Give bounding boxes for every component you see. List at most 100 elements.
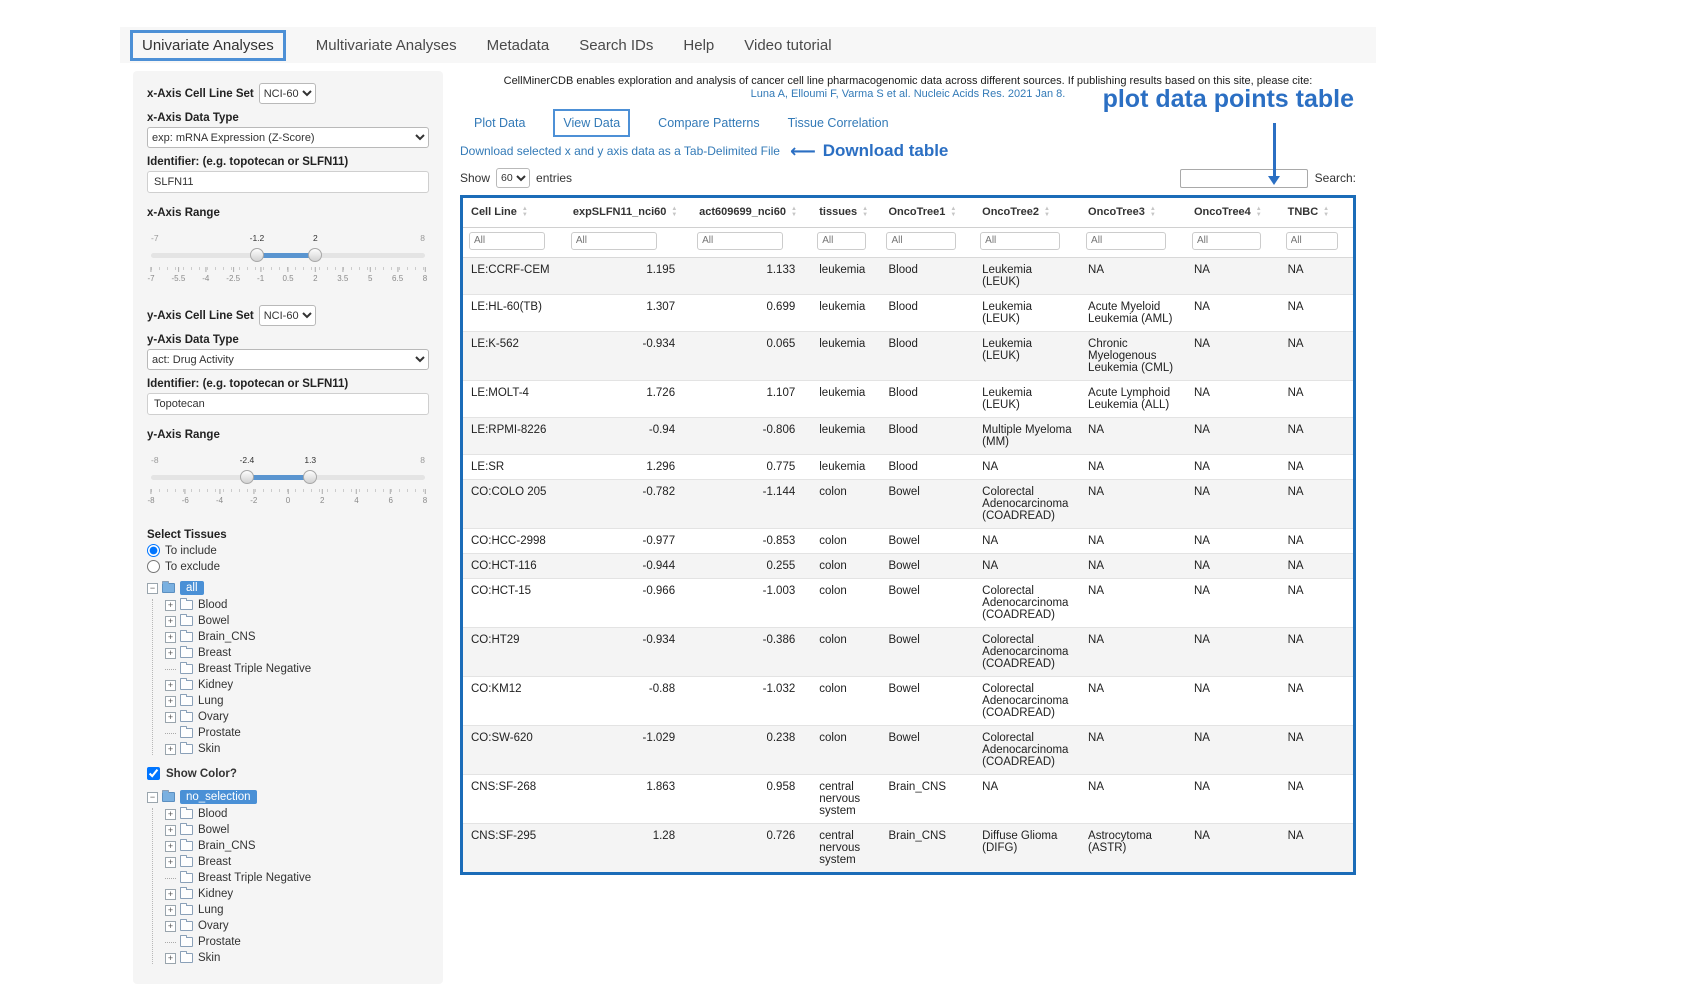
table-row[interactable]: LE:HL-60(TB)1.3070.699leukemiaBloodLeuke…	[463, 294, 1353, 331]
column-filter-input[interactable]	[886, 232, 955, 250]
tissues-include-radio[interactable]: To include	[147, 544, 429, 557]
x-cell-line-set-select[interactable]: NCI-60	[259, 83, 316, 104]
sort-icon[interactable]: ▲▼	[522, 206, 528, 219]
table-row[interactable]: CO:KM12-0.88-1.032colonBowelColorectal A…	[463, 676, 1353, 725]
slider-handle-from[interactable]	[250, 248, 264, 262]
tree-item-kidney[interactable]: +Kidney	[165, 888, 429, 900]
tree-collapse-icon[interactable]: −	[147, 792, 158, 803]
slider-range-bar[interactable]	[247, 475, 310, 480]
citation-link[interactable]: Luna A, Elloumi F, Varma S et al. Nuclei…	[751, 88, 1066, 100]
tab-view-data[interactable]: View Data	[553, 109, 630, 137]
column-header-tnbc[interactable]: TNBC▲▼	[1280, 198, 1353, 227]
tree-item-kidney[interactable]: +Kidney	[165, 679, 429, 691]
table-row[interactable]: LE:RPMI-8226-0.94-0.806leukemiaBloodMult…	[463, 417, 1353, 454]
tree-item-breast[interactable]: +Breast	[165, 647, 429, 659]
column-filter-input[interactable]	[817, 232, 866, 250]
sort-icon[interactable]: ▲▼	[1256, 206, 1262, 219]
column-header-cell-line[interactable]: Cell Line▲▼	[463, 198, 565, 227]
column-header-oncotree3[interactable]: OncoTree3▲▼	[1080, 198, 1186, 227]
tree-item-breast[interactable]: +Breast	[165, 856, 429, 868]
tree-root-label[interactable]: no_selection	[180, 790, 257, 804]
tree-expand-icon[interactable]: +	[165, 744, 176, 755]
table-row[interactable]: CO:HT29-0.934-0.386colonBowelColorectal …	[463, 627, 1353, 676]
show-color-input[interactable]	[147, 767, 160, 780]
x-data-type-select[interactable]: exp: mRNA Expression (Z-Score)	[147, 127, 429, 148]
tree-item-prostate[interactable]: Prostate	[165, 936, 429, 948]
tree-item-bowel[interactable]: +Bowel	[165, 615, 429, 627]
tree-expand-icon[interactable]: +	[165, 680, 176, 691]
x-identifier-input[interactable]	[147, 171, 429, 193]
tree-item-lung[interactable]: +Lung	[165, 695, 429, 707]
x-range-slider[interactable]: -78-1.22-7-5.5-4-2.5-10.523.556.58	[151, 233, 425, 289]
table-row[interactable]: CNS:SF-2681.8630.958central nervous syst…	[463, 774, 1353, 823]
tree-collapse-icon[interactable]: −	[147, 583, 158, 594]
column-header-oncotree4[interactable]: OncoTree4▲▼	[1186, 198, 1280, 227]
sort-icon[interactable]: ▲▼	[1150, 206, 1156, 219]
tree-expand-icon[interactable]: +	[165, 632, 176, 643]
tree-expand-icon[interactable]: +	[165, 648, 176, 659]
table-row[interactable]: CO:HCT-15-0.966-1.003colonBowelColorecta…	[463, 578, 1353, 627]
nav-item-help[interactable]: Help	[683, 37, 714, 54]
table-row[interactable]: CO:HCT-116-0.9440.255colonBowelNANANANA	[463, 553, 1353, 578]
y-range-slider[interactable]: -88-2.41.3-8-6-4-202468	[151, 455, 425, 511]
tree-item-blood[interactable]: +Blood	[165, 599, 429, 611]
slider-handle-from[interactable]	[240, 470, 254, 484]
column-filter-input[interactable]	[697, 232, 783, 250]
column-filter-input[interactable]	[1192, 232, 1261, 250]
y-identifier-input[interactable]	[147, 393, 429, 415]
entries-select[interactable]: 60	[496, 168, 530, 188]
tissues-exclude-radio[interactable]: To exclude	[147, 560, 429, 573]
table-row[interactable]: CO:HCC-2998-0.977-0.853colonBowelNANANAN…	[463, 528, 1353, 553]
sort-icon[interactable]: ▲▼	[950, 206, 956, 219]
table-row[interactable]: LE:SR1.2960.775leukemiaBloodNANANANA	[463, 454, 1353, 479]
table-search-input[interactable]	[1180, 169, 1308, 188]
tree-item-ovary[interactable]: +Ovary	[165, 711, 429, 723]
tree-expand-icon[interactable]: +	[165, 809, 176, 820]
tab-compare-patterns[interactable]: Compare Patterns	[658, 116, 759, 130]
tree-item-brain_cns[interactable]: +Brain_CNS	[165, 631, 429, 643]
column-header-act609699_nci60[interactable]: act609699_nci60▲▼	[691, 198, 811, 227]
tree-item-lung[interactable]: +Lung	[165, 904, 429, 916]
table-row[interactable]: CO:COLO 205-0.782-1.144colonBowelColorec…	[463, 479, 1353, 528]
tree-item-skin[interactable]: +Skin	[165, 743, 429, 755]
tree-expand-icon[interactable]: +	[165, 696, 176, 707]
table-row[interactable]: LE:CCRF-CEM1.1951.133leukemiaBloodLeukem…	[463, 257, 1353, 294]
tree-item-prostate[interactable]: Prostate	[165, 727, 429, 739]
download-link[interactable]: Download selected x and y axis data as a…	[460, 144, 780, 158]
sort-icon[interactable]: ▲▼	[791, 206, 797, 219]
tree-item-skin[interactable]: +Skin	[165, 952, 429, 964]
show-color-checkbox[interactable]: Show Color?	[147, 767, 429, 780]
tree-item-bowel[interactable]: +Bowel	[165, 824, 429, 836]
exclude-radio-input[interactable]	[147, 560, 160, 573]
slider-range-bar[interactable]	[257, 253, 315, 258]
sort-icon[interactable]: ▲▼	[1044, 206, 1050, 219]
tree-expand-icon[interactable]: +	[165, 825, 176, 836]
tree-item-ovary[interactable]: +Ovary	[165, 920, 429, 932]
column-header-tissues[interactable]: tissues▲▼	[811, 198, 880, 227]
column-header-oncotree2[interactable]: OncoTree2▲▼	[974, 198, 1080, 227]
slider-handle-to[interactable]	[308, 248, 322, 262]
slider-handle-to[interactable]	[303, 470, 317, 484]
table-row[interactable]: LE:MOLT-41.7261.107leukemiaBloodLeukemia…	[463, 380, 1353, 417]
nav-item-multivariate-analyses[interactable]: Multivariate Analyses	[316, 37, 457, 54]
tree-expand-icon[interactable]: +	[165, 889, 176, 900]
tree-expand-icon[interactable]: +	[165, 905, 176, 916]
column-filter-input[interactable]	[980, 232, 1060, 250]
tab-tissue-correlation[interactable]: Tissue Correlation	[788, 116, 889, 130]
column-filter-input[interactable]	[1286, 232, 1338, 250]
nav-item-metadata[interactable]: Metadata	[487, 37, 550, 54]
tree-expand-icon[interactable]: +	[165, 712, 176, 723]
table-row[interactable]: LE:K-562-0.9340.065leukemiaBloodLeukemia…	[463, 331, 1353, 380]
sort-icon[interactable]: ▲▼	[1323, 206, 1329, 219]
tree-expand-icon[interactable]: +	[165, 616, 176, 627]
y-cell-line-set-select[interactable]: NCI-60	[259, 305, 316, 326]
tree-expand-icon[interactable]: +	[165, 953, 176, 964]
tree-item-breast-triple-negative[interactable]: Breast Triple Negative	[165, 663, 429, 675]
nav-item-video-tutorial[interactable]: Video tutorial	[744, 37, 831, 54]
sort-icon[interactable]: ▲▼	[671, 206, 677, 219]
nav-item-search-ids[interactable]: Search IDs	[579, 37, 653, 54]
include-radio-input[interactable]	[147, 544, 160, 557]
tree-root-label[interactable]: all	[180, 581, 204, 595]
column-header-oncotree1[interactable]: OncoTree1▲▼	[880, 198, 974, 227]
table-row[interactable]: CO:SW-620-1.0290.238colonBowelColorectal…	[463, 725, 1353, 774]
